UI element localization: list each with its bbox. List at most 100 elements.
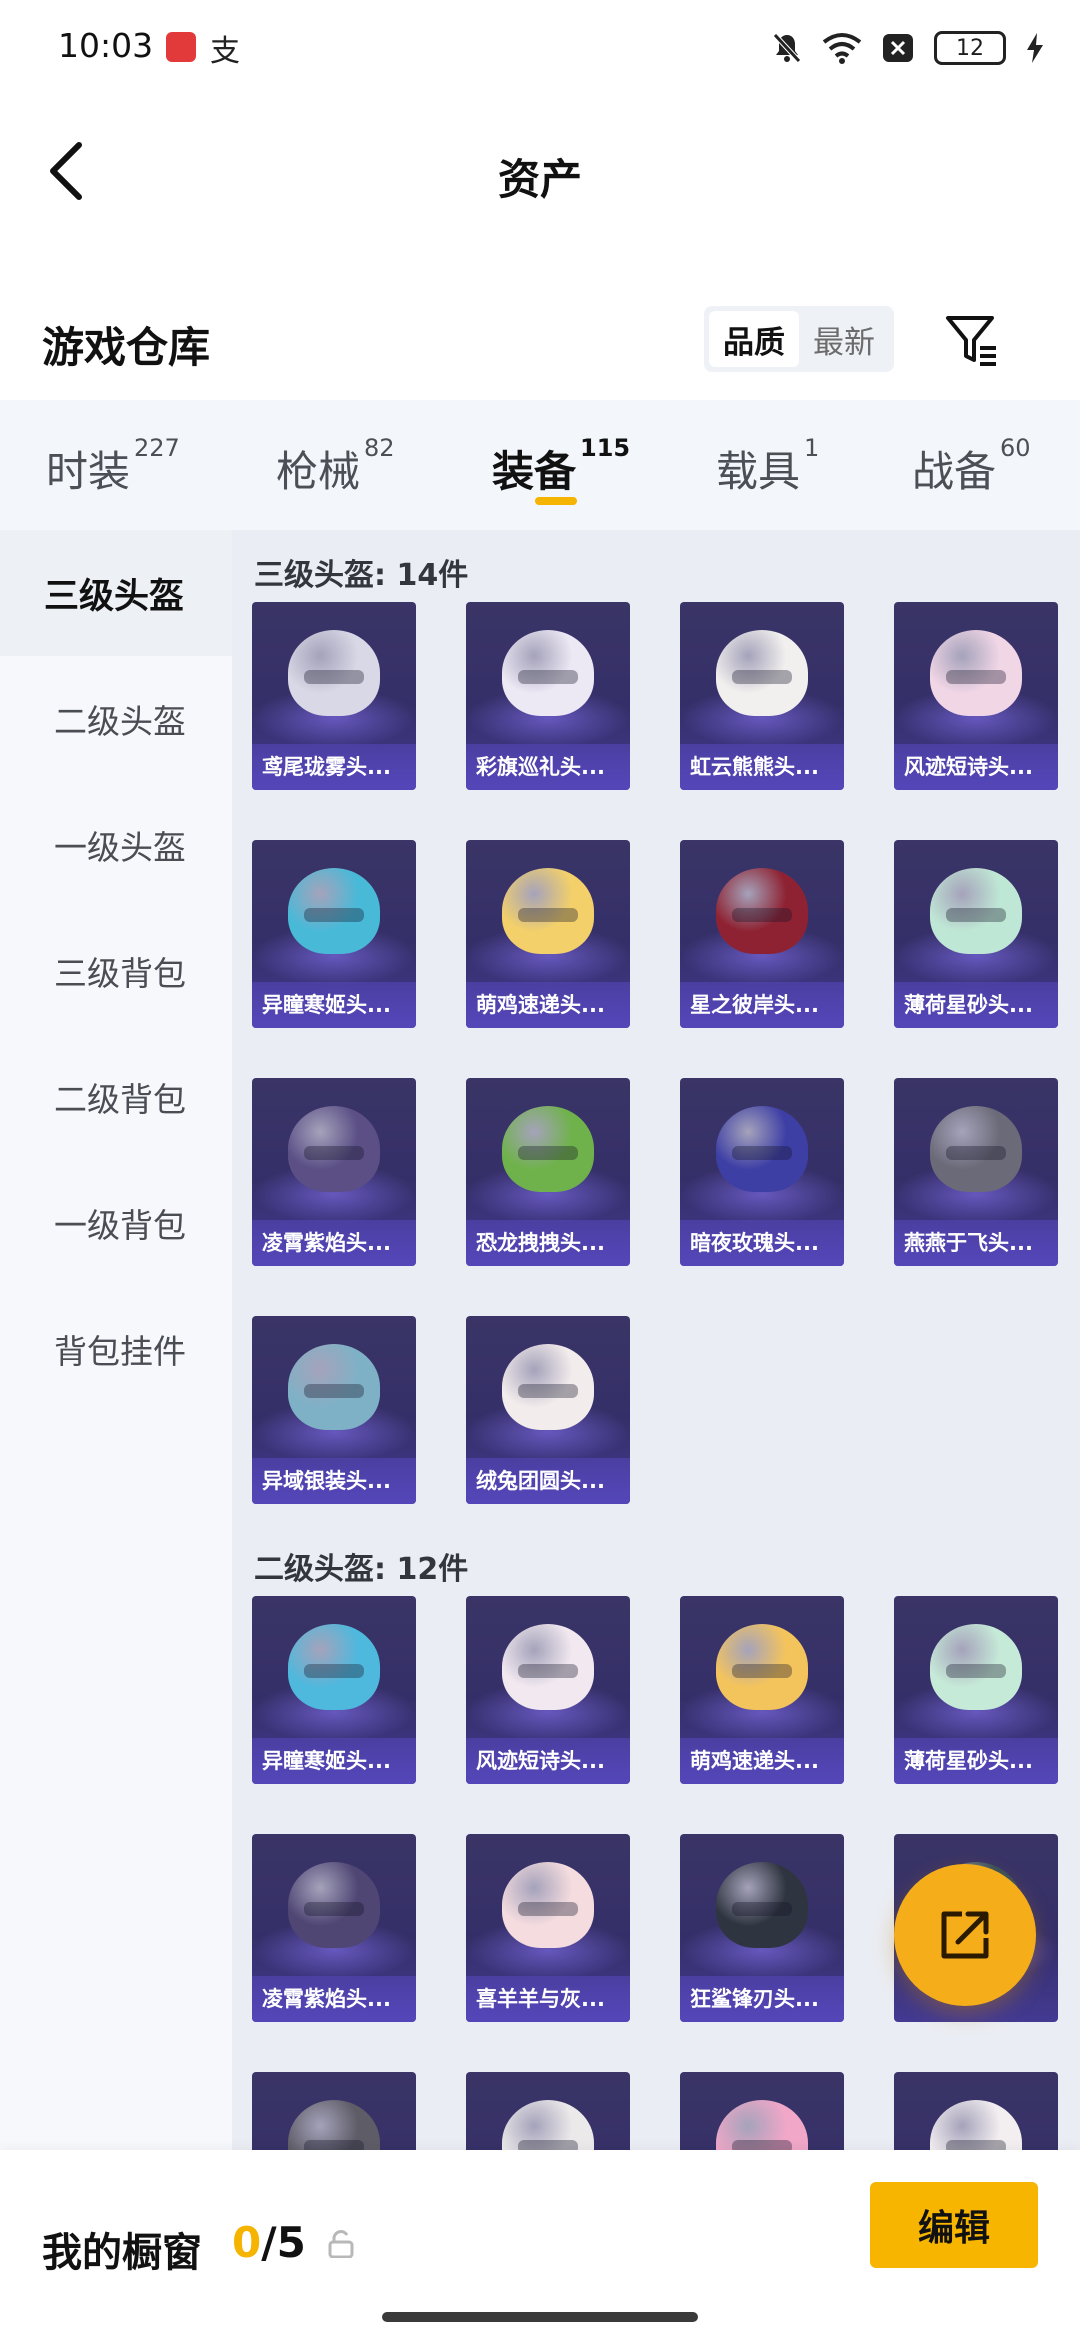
- item-card[interactable]: 喜羊羊与灰...: [466, 1834, 630, 2022]
- group-title: 三级头盔: 14件: [254, 558, 469, 593]
- item-card[interactable]: 虹云熊熊头...: [680, 602, 844, 790]
- tab-weapons[interactable]: 枪械 82: [276, 434, 395, 499]
- helmet-icon: [502, 1624, 594, 1710]
- item-card[interactable]: 异瞳寒姬头...: [252, 1596, 416, 1784]
- item-card[interactable]: 薄荷星砂头...: [894, 1596, 1058, 1784]
- item-card[interactable]: 凌霄紫焰头...: [252, 1078, 416, 1266]
- item-name: 风迹短诗头...: [894, 744, 1058, 790]
- category-sidebar: 三级头盔 二级头盔 一级头盔 三级背包 二级背包 一级背包 背包挂件: [0, 530, 232, 2150]
- tab-outfits[interactable]: 时装 227: [46, 434, 180, 499]
- helmet-icon: [930, 868, 1022, 954]
- item-card[interactable]: 彩旗巡礼头...: [466, 602, 630, 790]
- sort-by-quality[interactable]: 品质: [709, 311, 799, 367]
- item-card[interactable]: [894, 2072, 1058, 2150]
- helmet-icon: [288, 868, 380, 954]
- helmet-icon: [930, 630, 1022, 716]
- filter-button[interactable]: [940, 308, 1004, 372]
- item-card[interactable]: [252, 2072, 416, 2150]
- item-card[interactable]: [680, 2072, 844, 2150]
- helmet-icon: [502, 2100, 594, 2150]
- app-notification-icon: [166, 32, 196, 62]
- sidebar-item-level1-backpack[interactable]: 一级背包: [0, 1160, 232, 1286]
- item-name: 鸢尾珑雾头...: [252, 744, 416, 790]
- share-fab-button[interactable]: [894, 1864, 1036, 2006]
- item-card[interactable]: 萌鸡速递头...: [466, 840, 630, 1028]
- helmet-icon: [502, 1106, 594, 1192]
- item-name: 萌鸡速递头...: [466, 982, 630, 1028]
- helmet-icon: [716, 1624, 808, 1710]
- item-name: 薄荷星砂头...: [894, 1738, 1058, 1784]
- helmet-icon: [288, 2100, 380, 2150]
- helmet-icon: [502, 1862, 594, 1948]
- item-card[interactable]: 狂鲨锋刃头...: [680, 1834, 844, 2022]
- item-card[interactable]: 绒兔团圆头...: [466, 1316, 630, 1504]
- status-bar: 10:03 支 12: [0, 0, 1080, 96]
- helmet-icon: [288, 630, 380, 716]
- helmet-icon: [716, 1106, 808, 1192]
- helmet-icon: [288, 1344, 380, 1430]
- item-card[interactable]: 异瞳寒姬头...: [252, 840, 416, 1028]
- item-card[interactable]: 暗夜玫瑰头...: [680, 1078, 844, 1266]
- battery-icon: 12: [934, 31, 1006, 65]
- showcase-count: 0/5: [232, 2218, 306, 2267]
- warehouse-title: 游戏仓库: [42, 323, 211, 372]
- item-card[interactable]: 凌霄紫焰头...: [252, 1834, 416, 2022]
- sidebar-item-level2-backpack[interactable]: 二级背包: [0, 1034, 232, 1160]
- item-name: 凌霄紫焰头...: [252, 1220, 416, 1266]
- item-name: 凌霄紫焰头...: [252, 1976, 416, 2022]
- item-card[interactable]: 风迹短诗头...: [894, 602, 1058, 790]
- helmet-icon: [288, 1624, 380, 1710]
- item-card[interactable]: 薄荷星砂头...: [894, 840, 1058, 1028]
- page-title: 资产: [497, 155, 582, 204]
- helmet-icon: [502, 1344, 594, 1430]
- sort-by-newest[interactable]: 最新: [799, 311, 889, 367]
- tab-equipment[interactable]: 装备 115: [492, 434, 630, 499]
- sidebar-item-level2-helmet[interactable]: 二级头盔: [0, 656, 232, 782]
- item-name: 星之彼岸头...: [680, 982, 844, 1028]
- item-name: 异瞳寒姬头...: [252, 1738, 416, 1784]
- item-card[interactable]: 鸢尾珑雾头...: [252, 602, 416, 790]
- warehouse-header: 游戏仓库 品质 最新: [0, 290, 1080, 390]
- active-tab-indicator: [535, 497, 577, 505]
- helmet-icon: [716, 1862, 808, 1948]
- item-name: 萌鸡速递头...: [680, 1738, 844, 1784]
- item-card[interactable]: 恐龙拽拽头...: [466, 1078, 630, 1266]
- helmet-icon: [930, 1624, 1022, 1710]
- sim-off-icon: [883, 34, 913, 62]
- item-name: 虹云熊熊头...: [680, 744, 844, 790]
- helmet-icon: [930, 1106, 1022, 1192]
- unlock-icon: [328, 2230, 354, 2258]
- helmet-icon: [288, 1106, 380, 1192]
- sidebar-item-level1-helmet[interactable]: 一级头盔: [0, 782, 232, 908]
- group-title: 二级头盔: 12件: [254, 1552, 469, 1587]
- tab-vehicles[interactable]: 载具 1: [716, 434, 819, 499]
- mute-bell-icon: [773, 33, 801, 63]
- item-card[interactable]: 风迹短诗头...: [466, 1596, 630, 1784]
- wifi-icon: [822, 33, 862, 64]
- tab-gear[interactable]: 战备 60: [912, 434, 1031, 499]
- item-name: 暗夜玫瑰头...: [680, 1220, 844, 1266]
- edit-button[interactable]: 编辑: [870, 2182, 1038, 2268]
- item-card[interactable]: 燕燕于飞头...: [894, 1078, 1058, 1266]
- home-indicator: [382, 2312, 698, 2322]
- item-name: 风迹短诗头...: [466, 1738, 630, 1784]
- helmet-icon: [288, 1862, 380, 1948]
- sidebar-item-level3-helmet[interactable]: 三级头盔: [0, 530, 232, 656]
- item-card[interactable]: 萌鸡速递头...: [680, 1596, 844, 1784]
- helmet-icon: [502, 868, 594, 954]
- item-card[interactable]: [466, 2072, 630, 2150]
- item-name: 异域银装头...: [252, 1458, 416, 1504]
- filter-icon: [946, 316, 996, 366]
- item-name: 喜羊羊与灰...: [466, 1976, 630, 2022]
- item-card[interactable]: 异域银装头...: [252, 1316, 416, 1504]
- item-name: 彩旗巡礼头...: [466, 744, 630, 790]
- charging-icon: [1027, 33, 1043, 63]
- item-name: 狂鲨锋刃头...: [680, 1976, 844, 2022]
- item-card[interactable]: 星之彼岸头...: [680, 840, 844, 1028]
- sidebar-item-backpack-charm[interactable]: 背包挂件: [0, 1286, 232, 1412]
- item-name: 绒兔团圆头...: [466, 1458, 630, 1504]
- item-name: 异瞳寒姬头...: [252, 982, 416, 1028]
- showcase-label: 我的橱窗: [42, 2230, 202, 2276]
- status-time: 10:03: [58, 26, 154, 65]
- sidebar-item-level3-backpack[interactable]: 三级背包: [0, 908, 232, 1034]
